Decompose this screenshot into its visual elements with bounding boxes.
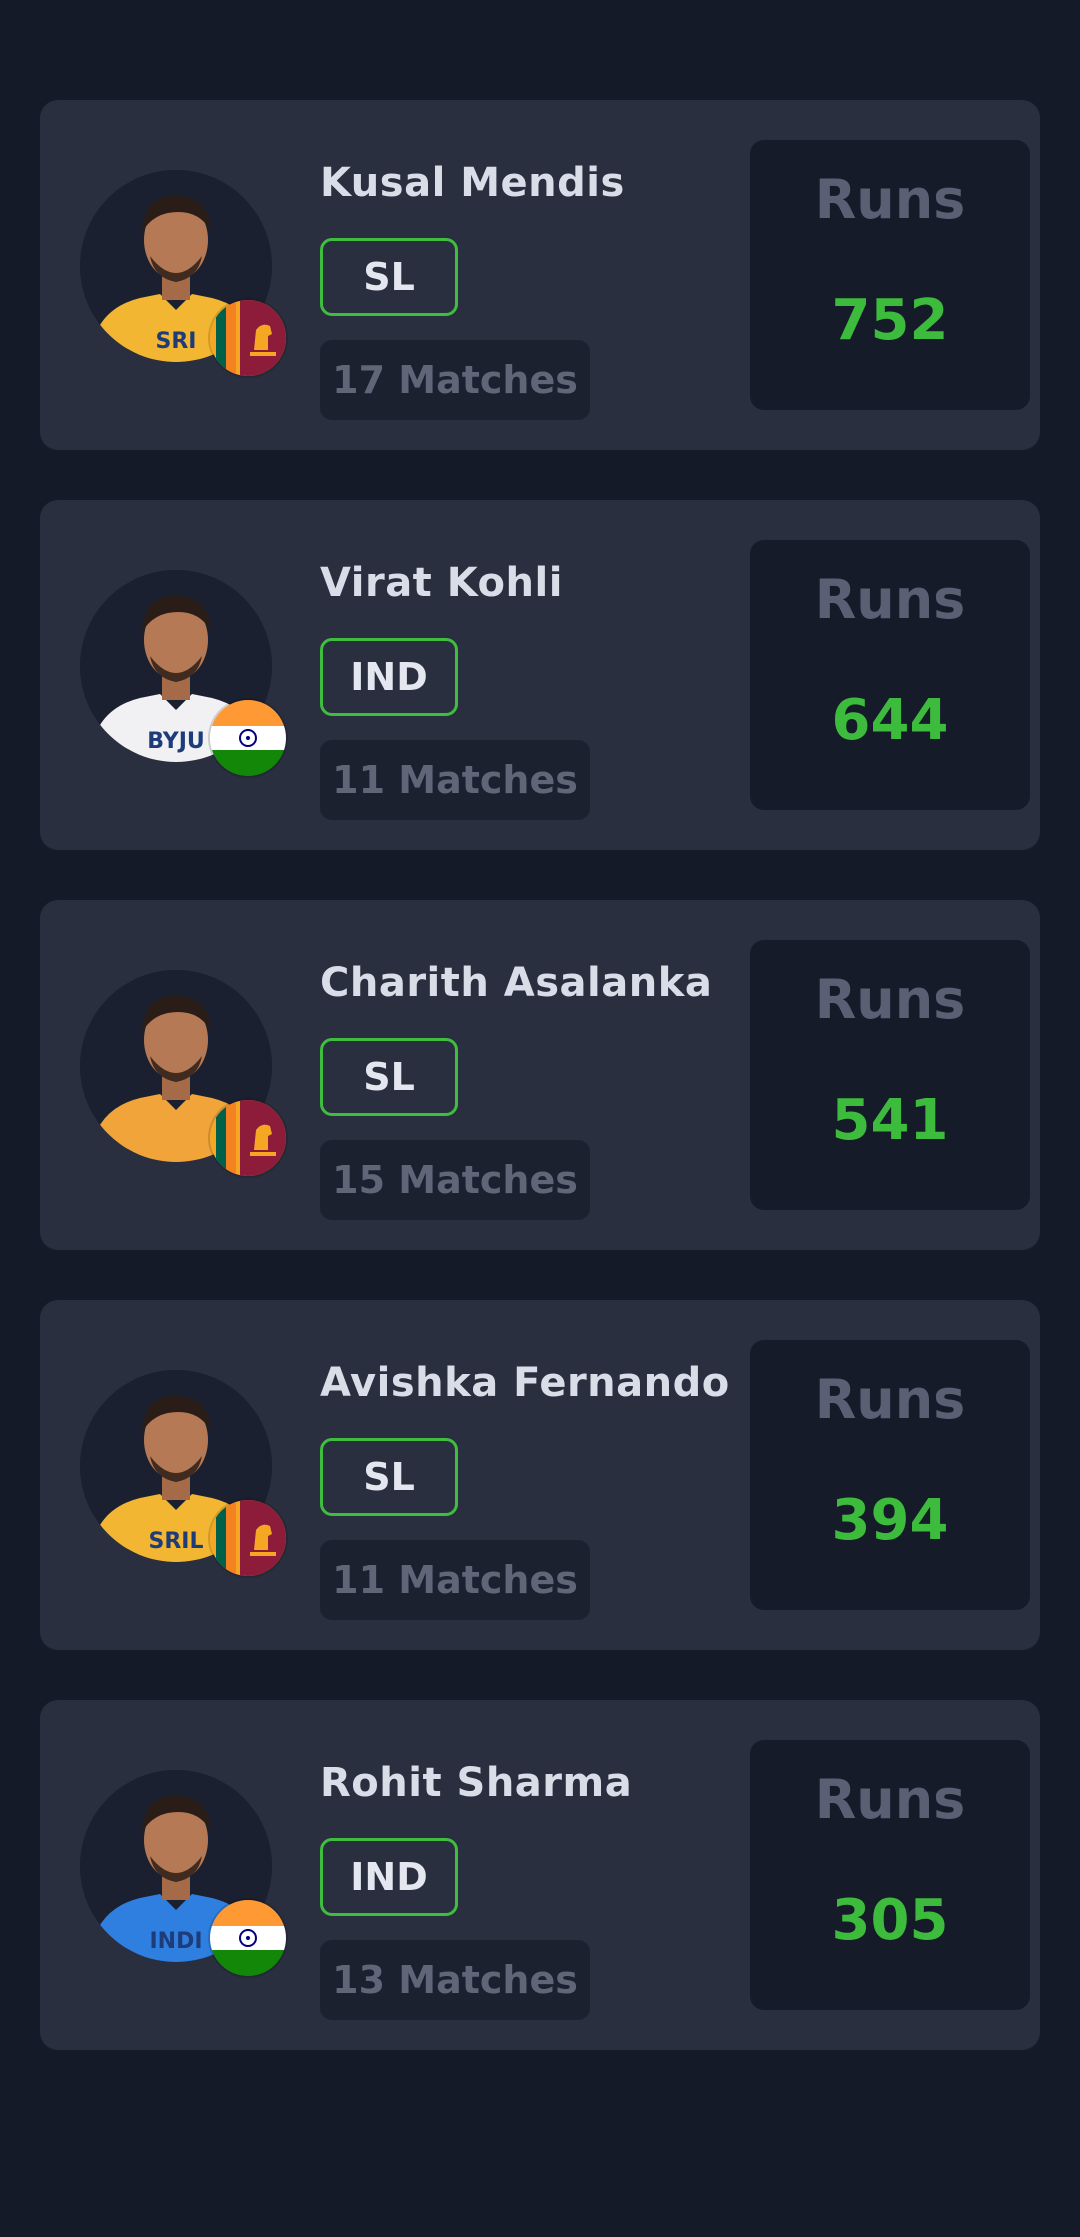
team-badge[interactable]: SL bbox=[320, 1038, 458, 1116]
svg-text:BYJU: BYJU bbox=[147, 729, 205, 754]
stat-label: Runs bbox=[814, 968, 966, 1031]
stat-value: 305 bbox=[831, 1888, 949, 1953]
svg-text:INDI: INDI bbox=[149, 1929, 202, 1954]
stat-box: Runs 394 bbox=[750, 1340, 1030, 1610]
team-badge[interactable]: SL bbox=[320, 1438, 458, 1516]
player-name: Charith Asalanka bbox=[320, 960, 713, 1006]
sri-lanka-flag-icon bbox=[210, 300, 286, 376]
india-flag-icon bbox=[210, 1900, 286, 1976]
stat-value: 644 bbox=[831, 688, 949, 753]
stat-label: Runs bbox=[814, 1768, 966, 1831]
player-name: Rohit Sharma bbox=[320, 1760, 633, 1806]
matches-count: 11 Matches bbox=[320, 740, 590, 820]
player-card-1[interactable]: SRI Kusal Mendis SL 17 Matches Runs 752 bbox=[40, 100, 1040, 450]
player-name: Kusal Mendis bbox=[320, 160, 625, 206]
stat-label: Runs bbox=[814, 168, 966, 231]
sri-lanka-flag-icon bbox=[210, 1500, 286, 1576]
svg-text:SRIL: SRIL bbox=[149, 1529, 204, 1554]
stat-label: Runs bbox=[814, 1368, 966, 1431]
sri-lanka-flag-icon bbox=[210, 1100, 286, 1176]
player-card-3[interactable]: Charith Asalanka SL 15 Matches Runs 541 bbox=[40, 900, 1040, 1250]
player-stats-list: SRI Kusal Mendis SL 17 Matches Runs 752 … bbox=[40, 100, 1040, 2100]
player-name: Avishka Fernando bbox=[320, 1360, 730, 1406]
player-card-4[interactable]: SRIL Avishka Fernando SL 11 Matches Runs… bbox=[40, 1300, 1040, 1650]
stat-value: 541 bbox=[831, 1088, 949, 1153]
matches-count: 13 Matches bbox=[320, 1940, 590, 2020]
matches-count: 17 Matches bbox=[320, 340, 590, 420]
team-badge[interactable]: SL bbox=[320, 238, 458, 316]
stat-box: Runs 644 bbox=[750, 540, 1030, 810]
stat-box: Runs 752 bbox=[750, 140, 1030, 410]
stat-value: 394 bbox=[831, 1488, 949, 1553]
svg-text:SRI: SRI bbox=[156, 329, 197, 354]
india-flag-icon bbox=[210, 700, 286, 776]
player-card-5[interactable]: INDI Rohit Sharma IND 13 Matches Runs 30… bbox=[40, 1700, 1040, 2050]
stat-value: 752 bbox=[831, 288, 949, 353]
team-badge[interactable]: IND bbox=[320, 638, 458, 716]
matches-count: 15 Matches bbox=[320, 1140, 590, 1220]
player-card-2[interactable]: BYJU Virat Kohli IND 11 Matches Runs 644 bbox=[40, 500, 1040, 850]
stat-label: Runs bbox=[814, 568, 966, 631]
matches-count: 11 Matches bbox=[320, 1540, 590, 1620]
stat-box: Runs 541 bbox=[750, 940, 1030, 1210]
team-badge[interactable]: IND bbox=[320, 1838, 458, 1916]
player-name: Virat Kohli bbox=[320, 560, 563, 606]
stat-box: Runs 305 bbox=[750, 1740, 1030, 2010]
